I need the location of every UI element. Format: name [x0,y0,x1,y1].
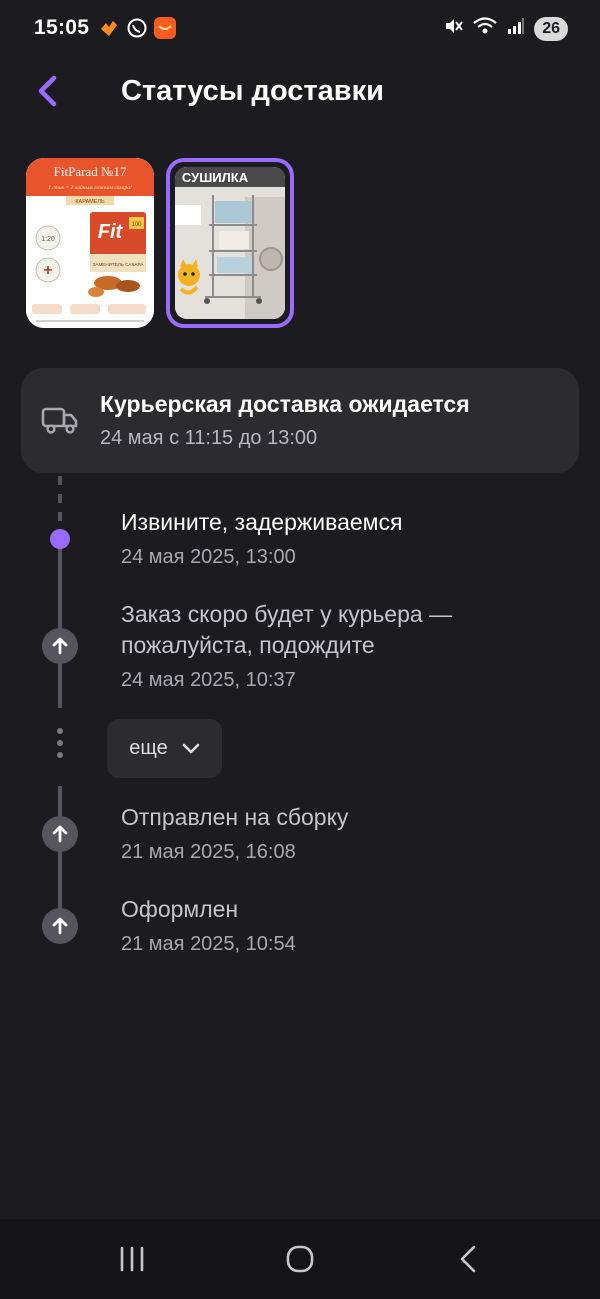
timeline-current-dot [50,529,70,549]
likee-icon [98,17,120,39]
fitparad-image: FitParad №17 1 стик = 2 чайным ложкам са… [26,158,154,328]
timeline-dash [58,512,62,521]
timeline-step-marker [42,908,78,944]
timeline-dash [58,494,62,503]
arrow-up-icon [52,917,68,935]
truck-icon [41,404,79,441]
fitparad-brand: Fit [98,221,124,243]
show-more-label: еще [129,737,168,759]
event-date: 24 мая 2025, 13:00 [121,546,296,568]
delivery-status-card: Курьерская доставка ожидается 24 мая с 1… [21,368,579,473]
product-thumb-dryer[interactable]: СУШИЛКА [166,158,294,328]
home-button[interactable] [280,1241,320,1277]
recents-button[interactable] [112,1241,152,1277]
delivery-window: 24 мая с 11:15 до 13:00 [100,427,318,449]
fitparad-title: FitParad №17 [54,164,127,179]
arrow-up-icon [52,637,68,655]
event-date: 24 мая 2025, 10:37 [121,669,296,691]
aliexpress-icon [154,17,176,39]
back-button[interactable] [28,72,66,110]
delivery-title: Курьерская доставка ожидается [100,391,470,417]
recents-icon [120,1246,144,1272]
event-title: Отправлен на сборку [121,804,349,830]
wifi-icon [472,16,498,41]
mute-icon [443,16,464,41]
viber-icon [126,17,148,39]
fitparad-badge: 100 [131,222,142,228]
fitparad-ratio: 1:20 [41,236,55,243]
fitparad-flavor: КАРАМЕЛЬ [75,199,105,205]
home-icon [286,1245,314,1273]
timeline-step-marker [42,628,78,664]
event-date: 21 мая 2025, 10:54 [121,933,296,955]
event-title: Извините, задерживаемся [121,509,403,535]
event-title: Оформлен [121,896,239,922]
chevron-left-icon [38,75,57,107]
arrow-up-icon [52,825,68,843]
show-more-button[interactable]: еще [107,719,222,778]
page-title: Статусы доставки [121,75,384,107]
back-icon [460,1245,476,1273]
fitparad-product: ЗАМЕНИТЕЛЬ САХАРА [93,262,145,267]
timeline-collapsed-dots [57,728,63,764]
timeline-line [58,786,62,926]
timeline-step-marker [42,816,78,852]
event-title-continued: пожалуйста, подождите [121,632,375,658]
system-indicators: 26 [443,16,568,41]
screen: 15:05 26 Статусы доставки FitParad №17 1… [0,0,600,1299]
product-thumb-fitparad[interactable]: FitParad №17 1 стик = 2 чайным ложкам са… [26,158,154,328]
battery-indicator: 26 [534,16,568,41]
dryer-image: СУШИЛКА [175,167,285,319]
nav-back-button[interactable] [448,1241,488,1277]
status-bar: 15:05 26 [0,0,600,58]
event-date: 21 мая 2025, 16:08 [121,841,296,863]
fitparad-tagline: 1 стик = 2 чайным ложкам сахара! [48,184,132,191]
status-time: 15:05 [34,16,90,39]
system-nav-bar [0,1219,600,1299]
chevron-down-icon [182,743,200,753]
timeline-dash [58,476,62,485]
event-title: Заказ скоро будет у курьера — [121,601,453,627]
dryer-title: СУШИЛКА [182,170,249,185]
signal-icon [507,17,525,40]
notification-icons [98,17,176,39]
